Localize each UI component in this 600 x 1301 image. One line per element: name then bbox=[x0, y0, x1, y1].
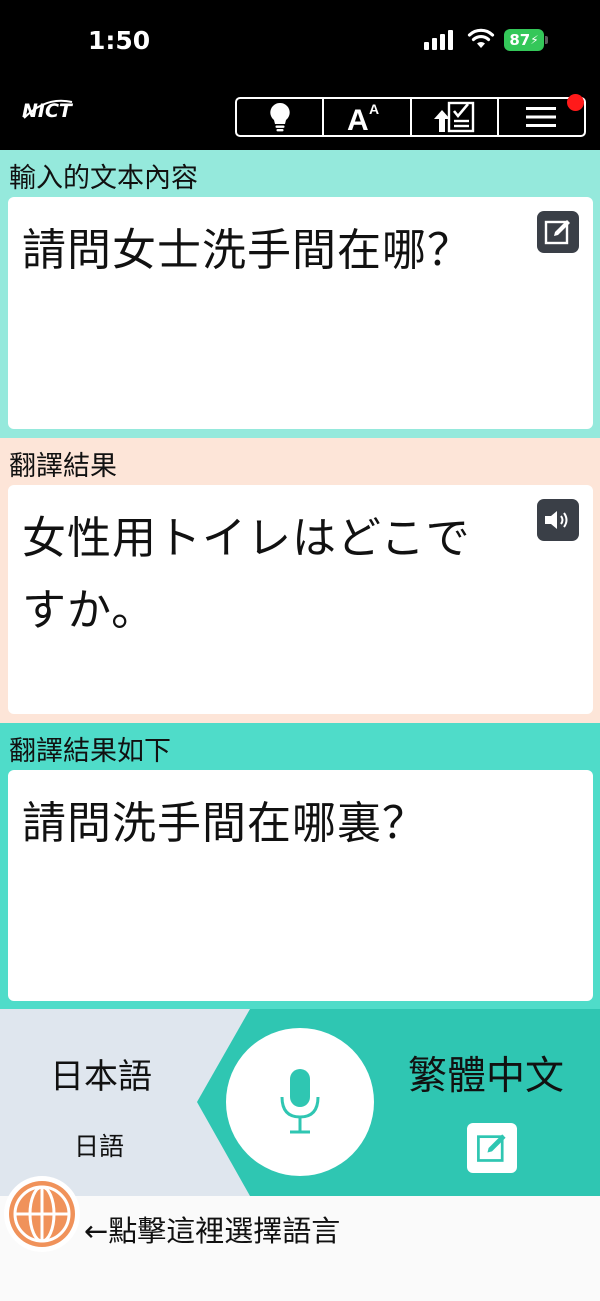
wifi-icon bbox=[467, 28, 495, 48]
charging-bolt-icon: ⚡ bbox=[530, 33, 539, 47]
result-text-card: 女性用トイレはどこですか。 bbox=[8, 485, 593, 714]
back-translation-section: 翻譯結果如下 請問洗手間在哪裏？ bbox=[0, 723, 600, 1009]
back-translation-text: 請問洗手間在哪裏？ bbox=[22, 798, 427, 849]
language-bar: 日本語 日語 繁體中文 bbox=[0, 1009, 600, 1196]
battery-level: 87 bbox=[509, 31, 531, 49]
logo-swoosh-icon bbox=[23, 99, 73, 119]
target-language-button[interactable]: 繁體中文 bbox=[408, 1045, 564, 1101]
edit-icon bbox=[544, 220, 570, 245]
battery-indicator: 87 ⚡ bbox=[504, 29, 548, 51]
edit-icon bbox=[477, 1134, 506, 1162]
upload-list-icon bbox=[434, 101, 475, 133]
play-audio-button[interactable] bbox=[537, 499, 579, 541]
input-section: 輸入的文本內容 請問女士洗手間在哪？ bbox=[0, 150, 600, 438]
tips-button[interactable] bbox=[237, 99, 325, 135]
input-text: 請問女士洗手間在哪？ bbox=[22, 225, 472, 276]
edit-target-button[interactable] bbox=[467, 1123, 517, 1173]
language-select-footer: ←點擊這裡選擇語言 bbox=[0, 1176, 600, 1301]
language-select-button[interactable] bbox=[4, 1176, 80, 1252]
notification-dot bbox=[567, 94, 584, 111]
lightbulb-icon bbox=[269, 102, 290, 132]
hamburger-icon bbox=[526, 107, 557, 127]
result-section: 翻譯結果 女性用トイレはどこですか。 bbox=[0, 438, 600, 723]
edit-input-button[interactable] bbox=[537, 211, 579, 253]
svg-text:A: A bbox=[369, 102, 379, 117]
language-select-hint: ←點擊這裡選擇語言 bbox=[84, 1214, 341, 1248]
svg-text:A: A bbox=[347, 104, 369, 132]
result-section-label: 翻譯結果 bbox=[9, 451, 117, 482]
back-translation-label: 翻譯結果如下 bbox=[9, 736, 171, 767]
nict-logo: NICT bbox=[22, 99, 73, 122]
input-section-label: 輸入的文本內容 bbox=[9, 163, 198, 194]
source-language-native: 日語 bbox=[74, 1132, 125, 1161]
status-bar: 1:50 87 ⚡ bbox=[0, 0, 600, 82]
history-upload-button[interactable] bbox=[412, 99, 499, 135]
result-text: 女性用トイレはどこですか。 bbox=[22, 513, 471, 636]
back-translation-card: 請問洗手間在哪裏？ bbox=[8, 770, 593, 1001]
input-text-card[interactable]: 請問女士洗手間在哪？ bbox=[8, 197, 593, 429]
microphone-button[interactable] bbox=[226, 1028, 374, 1176]
microphone-icon bbox=[280, 1069, 320, 1134]
status-time: 1:50 bbox=[88, 26, 151, 55]
source-language-button[interactable]: 日本語 bbox=[50, 1049, 152, 1098]
font-size-icon: A A bbox=[347, 102, 379, 132]
speaker-icon bbox=[545, 511, 568, 529]
font-size-button[interactable]: A A bbox=[324, 99, 412, 135]
globe-icon bbox=[9, 1181, 75, 1247]
cellular-signal-icon bbox=[424, 30, 453, 50]
app-header: NICT A A bbox=[0, 82, 600, 150]
toolbar: A A bbox=[235, 97, 586, 137]
